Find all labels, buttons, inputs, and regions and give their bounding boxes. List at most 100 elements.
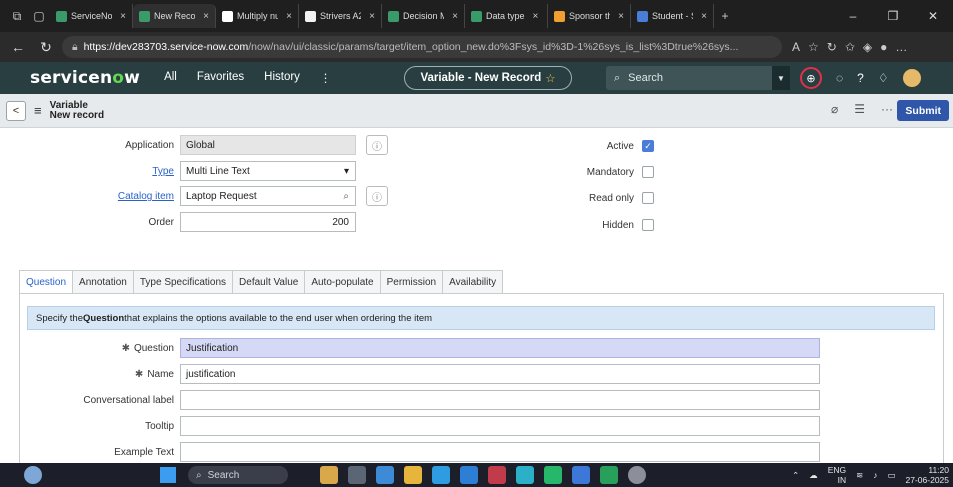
question-field[interactable]: Justification	[180, 338, 820, 358]
hidden-checkbox[interactable]	[642, 219, 654, 231]
read-only-checkbox[interactable]	[642, 192, 654, 204]
close-tab-icon[interactable]: ×	[701, 11, 707, 22]
chrome-icon[interactable]	[432, 466, 450, 484]
chat-icon[interactable]: ◌	[836, 71, 843, 85]
browser-tab-label: Student - S	[652, 11, 694, 21]
globe-icon[interactable]: ⊕	[800, 67, 822, 89]
favorite-star-icon[interactable]: ☆	[808, 40, 819, 54]
active-checkbox[interactable]: ✓	[642, 140, 654, 152]
battery-icon[interactable]: ▭	[887, 470, 895, 481]
more-menu-icon[interactable]: ⋮	[320, 71, 332, 85]
tab-actions-icon[interactable]: ▢	[28, 5, 50, 27]
cloud-icon[interactable]: ☁	[809, 470, 818, 481]
lookup-search-icon[interactable]: ⌕	[343, 191, 355, 202]
task-view-icon[interactable]	[348, 466, 366, 484]
browser-tab[interactable]: Decision M ×	[382, 4, 465, 28]
close-window-icon[interactable]: ✕	[913, 9, 953, 23]
close-tab-icon[interactable]: ×	[618, 11, 624, 22]
hamburger-icon[interactable]: ≡	[34, 103, 42, 118]
nav-history[interactable]: History	[264, 71, 300, 85]
minimize-icon[interactable]: –	[833, 9, 873, 23]
tab-question[interactable]: Question	[19, 270, 74, 294]
tab-auto-populate[interactable]: Auto-populate	[304, 270, 381, 294]
back-arrow-icon[interactable]: ←	[6, 35, 30, 59]
help-icon[interactable]: ?	[857, 71, 864, 85]
tab-annotation[interactable]: Annotation	[72, 270, 134, 294]
order-field[interactable]: 200	[180, 212, 356, 232]
tab-type-specifications[interactable]: Type Specifications	[132, 270, 234, 294]
close-tab-icon[interactable]: ×	[452, 11, 458, 22]
close-tab-icon[interactable]: ×	[120, 11, 126, 22]
refresh-extension-icon[interactable]: ↻	[827, 40, 837, 54]
chevron-up-icon[interactable]: ⌃	[792, 470, 799, 481]
settings-sliders-icon[interactable]: ☰	[854, 102, 865, 116]
servicenow-logo[interactable]: servicenow	[30, 68, 140, 88]
profile-icon[interactable]: ●	[880, 40, 887, 54]
browser-tab[interactable]: Multiply nu ×	[216, 4, 299, 28]
type-select[interactable]: Multi Line Text ▾	[180, 161, 356, 181]
file-explorer-icon[interactable]	[404, 466, 422, 484]
catalog-info-icon[interactable]: ⓘ	[366, 186, 388, 206]
taskbar-search[interactable]: ⌕ Search	[188, 466, 288, 484]
url-field[interactable]: 🔒︎ https://dev283703.service-now.com/now…	[62, 36, 782, 58]
windows-start-icon[interactable]	[160, 467, 176, 483]
close-tab-icon[interactable]: ×	[286, 11, 292, 22]
edge-icon[interactable]	[376, 466, 394, 484]
volume-icon[interactable]: ♪	[873, 470, 877, 480]
weather-icon[interactable]	[24, 466, 42, 484]
catalog-item-label[interactable]: Catalog item	[24, 191, 174, 202]
close-tab-icon[interactable]: ×	[203, 11, 209, 22]
read-aloud-icon[interactable]: A	[792, 40, 800, 54]
workspaces-icon[interactable]: ⧉	[6, 5, 28, 27]
notes-icon[interactable]	[572, 466, 590, 484]
close-tab-icon[interactable]: ×	[369, 11, 375, 22]
name-field[interactable]: justification	[180, 364, 820, 384]
conversational-label-field[interactable]	[180, 390, 820, 410]
more-options-icon[interactable]: ···	[881, 102, 893, 116]
clock[interactable]: 11:20 27-06-2025	[906, 465, 949, 485]
wifi-icon[interactable]: ≋	[856, 470, 863, 481]
store-icon[interactable]	[460, 466, 478, 484]
spotify-icon[interactable]	[544, 466, 562, 484]
browser-tab[interactable]: Strivers A2Z ×	[299, 4, 382, 28]
nav-all[interactable]: All	[164, 71, 177, 85]
language-indicator[interactable]: ENG IN	[828, 465, 846, 485]
tab-permission[interactable]: Permission	[379, 270, 444, 294]
bell-icon[interactable]: ♢	[878, 71, 889, 85]
browser-tab[interactable]: ServiceNow ×	[50, 4, 133, 28]
widgets-icon[interactable]	[320, 466, 338, 484]
avatar[interactable]	[902, 69, 921, 87]
record-context-pill[interactable]: Variable - New Record ☆	[404, 66, 572, 90]
submit-button[interactable]: Submit	[897, 100, 949, 121]
browser-tab[interactable]: Data type ×	[465, 4, 548, 28]
whatsapp-icon[interactable]	[600, 466, 618, 484]
example-text-field[interactable]	[180, 442, 820, 462]
info-icon[interactable]: ⓘ	[366, 135, 388, 155]
browser-tab[interactable]: New Record ×	[133, 4, 216, 28]
star-icon[interactable]: ☆	[545, 71, 555, 85]
tooltip-field[interactable]	[180, 416, 820, 436]
browser-app-icon[interactable]	[516, 466, 534, 484]
search-scope-dropdown-icon[interactable]: ▼	[772, 66, 790, 90]
browser-tab[interactable]: Sponsor th ×	[548, 4, 631, 28]
close-tab-icon[interactable]: ×	[533, 11, 539, 22]
global-search[interactable]: ⌕ Search ▼	[606, 66, 790, 90]
reload-icon[interactable]: ↻	[34, 35, 58, 59]
browser-tab[interactable]: Student - S ×	[631, 4, 714, 28]
more-icon[interactable]: …	[895, 40, 907, 54]
app-icon[interactable]	[488, 466, 506, 484]
settings-icon[interactable]	[628, 466, 646, 484]
favorites-icon[interactable]: ✩	[845, 40, 855, 54]
browser-tab-label: Decision M	[403, 11, 445, 21]
back-button[interactable]: <	[6, 100, 26, 121]
catalog-item-field[interactable]: Laptop Request ⌕	[180, 186, 356, 206]
tab-availability[interactable]: Availability	[442, 270, 504, 294]
new-tab-icon[interactable]: +	[714, 5, 736, 27]
nav-favorites[interactable]: Favorites	[197, 71, 244, 85]
restore-icon[interactable]: ❐	[873, 9, 913, 23]
attachment-icon[interactable]: ⌀	[831, 102, 838, 116]
shield-icon[interactable]: ◈	[863, 40, 872, 54]
type-label[interactable]: Type	[24, 166, 174, 177]
tab-default-value[interactable]: Default Value	[232, 270, 306, 294]
mandatory-checkbox[interactable]	[642, 166, 654, 178]
